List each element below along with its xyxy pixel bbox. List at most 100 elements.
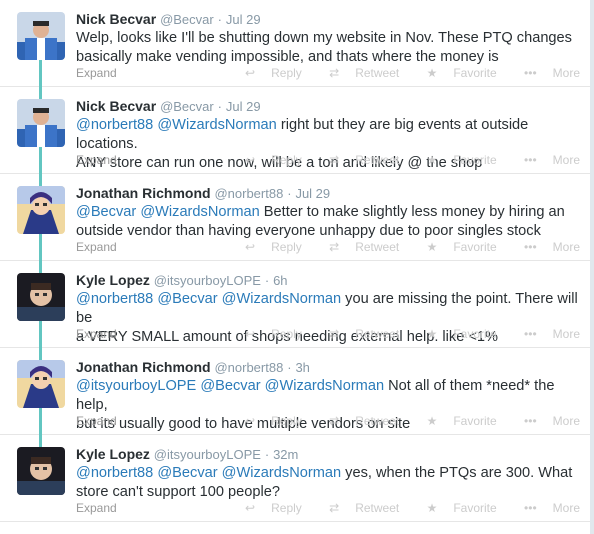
tweet[interactable]: Kyle Lopez @itsyourboyLOPE · 6h @norbert…	[0, 261, 590, 348]
mention-link[interactable]: @WizardsNorman	[265, 378, 384, 394]
tweet-text: @norbert88 @Becvar @WizardsNorman yes, w…	[76, 464, 584, 502]
retweet-icon: ⇄	[329, 327, 340, 341]
expand-link[interactable]: Expand	[76, 501, 117, 515]
tweet-text-line: @itsyourboyLOPE @Becvar @WizardsNorman N…	[76, 377, 584, 415]
mention-link[interactable]: @norbert88	[76, 465, 153, 481]
retweet-button[interactable]: ⇄ Retweet	[317, 66, 399, 80]
author-handle[interactable]: @itsyourboyLOPE	[154, 273, 261, 288]
scrollbar-track[interactable]	[590, 0, 594, 534]
author-handle[interactable]: @norbert88	[214, 360, 283, 375]
star-icon: ★	[426, 327, 438, 341]
timestamp[interactable]: Jul 29	[295, 186, 330, 201]
reply-label: Reply	[271, 240, 302, 254]
mention-link[interactable]: @Becvar	[200, 378, 260, 394]
mention-link[interactable]: @itsyourboyLOPE	[76, 378, 196, 394]
timestamp[interactable]: 6h	[273, 273, 287, 288]
expand-link[interactable]: Expand	[76, 240, 117, 254]
favorite-button[interactable]: ★ Favorite	[415, 327, 497, 341]
author-name[interactable]: Nick Becvar	[76, 11, 156, 27]
avatar[interactable]	[17, 360, 65, 408]
tweet-header: Jonathan Richmond @norbert88 · Jul 29	[76, 185, 330, 202]
tweet[interactable]: Jonathan Richmond @norbert88 · Jul 29 @B…	[0, 174, 590, 261]
retweet-icon: ⇄	[329, 501, 340, 515]
retweet-button[interactable]: ⇄ Retweet	[317, 414, 399, 428]
favorite-label: Favorite	[453, 327, 497, 341]
retweet-button[interactable]: ⇄ Retweet	[317, 327, 399, 341]
timestamp[interactable]: 32m	[273, 447, 298, 462]
tweet[interactable]: Jonathan Richmond @norbert88 · 3h @itsyo…	[0, 348, 590, 435]
author-name[interactable]: Nick Becvar	[76, 98, 156, 114]
reply-icon: ↩	[245, 501, 256, 515]
tweet-actions: ↩ Reply ⇄ Retweet ★ Favorite ••• More	[221, 501, 580, 515]
mention-link[interactable]: @norbert88	[76, 291, 153, 307]
reply-button[interactable]: ↩ Reply	[233, 501, 302, 515]
more-dots-icon: •••	[524, 327, 537, 341]
timestamp[interactable]: Jul 29	[226, 99, 261, 114]
tweet[interactable]: Kyle Lopez @itsyourboyLOPE · 32m @norber…	[0, 435, 590, 522]
timestamp[interactable]: 3h	[295, 360, 309, 375]
avatar[interactable]	[17, 273, 65, 321]
reply-button[interactable]: ↩ Reply	[233, 153, 302, 167]
more-label: More	[552, 240, 580, 254]
tweet-text: Welp, looks like I'll be shutting down m…	[76, 29, 584, 67]
retweet-button[interactable]: ⇄ Retweet	[317, 153, 399, 167]
reply-button[interactable]: ↩ Reply	[233, 414, 302, 428]
expand-link[interactable]: Expand	[76, 66, 117, 80]
mention-link[interactable]: @WizardsNorman	[222, 291, 341, 307]
tweet-header: Nick Becvar @Becvar · Jul 29	[76, 11, 261, 28]
favorite-button[interactable]: ★ Favorite	[415, 240, 497, 254]
separator: ·	[264, 273, 270, 288]
more-button[interactable]: ••• More	[512, 240, 580, 254]
tweet-text: @Becvar @WizardsNorman Better to make sl…	[76, 203, 584, 241]
author-handle[interactable]: @Becvar	[160, 99, 214, 114]
more-button[interactable]: ••• More	[512, 414, 580, 428]
favorite-button[interactable]: ★ Favorite	[415, 153, 497, 167]
tweet-header: Kyle Lopez @itsyourboyLOPE · 32m	[76, 446, 298, 463]
reply-button[interactable]: ↩ Reply	[233, 327, 302, 341]
more-button[interactable]: ••• More	[512, 153, 580, 167]
text-segment: store can't support 100 people?	[76, 484, 280, 500]
more-button[interactable]: ••• More	[512, 66, 580, 80]
mention-link[interactable]: @WizardsNorman	[157, 117, 276, 133]
reply-label: Reply	[271, 414, 302, 428]
author-name[interactable]: Jonathan Richmond	[76, 185, 211, 201]
star-icon: ★	[426, 240, 438, 254]
tweet[interactable]: Nick Becvar @Becvar · Jul 29 @norbert88 …	[0, 87, 590, 174]
mention-link[interactable]: @Becvar	[157, 291, 217, 307]
retweet-button[interactable]: ⇄ Retweet	[317, 240, 399, 254]
text-segment: outside vendor than having everyone unha…	[76, 223, 541, 239]
avatar[interactable]	[17, 12, 65, 60]
favorite-button[interactable]: ★ Favorite	[415, 414, 497, 428]
reply-icon: ↩	[245, 414, 256, 428]
favorite-label: Favorite	[453, 153, 497, 167]
more-button[interactable]: ••• More	[512, 327, 580, 341]
expand-link[interactable]: Expand	[76, 153, 117, 167]
favorite-button[interactable]: ★ Favorite	[415, 66, 497, 80]
tweet-text-line: outside vendor than having everyone unha…	[76, 222, 584, 241]
author-handle[interactable]: @norbert88	[214, 186, 283, 201]
avatar[interactable]	[17, 447, 65, 495]
mention-link[interactable]: @norbert88	[76, 117, 153, 133]
author-handle[interactable]: @Becvar	[160, 12, 214, 27]
expand-link[interactable]: Expand	[76, 414, 117, 428]
mention-link[interactable]: @Becvar	[76, 204, 136, 220]
retweet-label: Retweet	[355, 153, 400, 167]
avatar[interactable]	[17, 186, 65, 234]
mention-link[interactable]: @Becvar	[157, 465, 217, 481]
author-name[interactable]: Jonathan Richmond	[76, 359, 211, 375]
author-handle[interactable]: @itsyourboyLOPE	[154, 447, 261, 462]
reply-button[interactable]: ↩ Reply	[233, 66, 302, 80]
retweet-button[interactable]: ⇄ Retweet	[317, 501, 399, 515]
mention-link[interactable]: @WizardsNorman	[222, 465, 341, 481]
author-name[interactable]: Kyle Lopez	[76, 446, 150, 462]
avatar[interactable]	[17, 99, 65, 147]
tweet[interactable]: Nick Becvar @Becvar · Jul 29 Welp, looks…	[0, 0, 590, 87]
mention-link[interactable]: @WizardsNorman	[140, 204, 259, 220]
expand-link[interactable]: Expand	[76, 327, 117, 341]
timestamp[interactable]: Jul 29	[226, 12, 261, 27]
tweet-actions: ↩ Reply ⇄ Retweet ★ Favorite ••• More	[221, 153, 580, 167]
author-name[interactable]: Kyle Lopez	[76, 272, 150, 288]
reply-button[interactable]: ↩ Reply	[233, 240, 302, 254]
favorite-button[interactable]: ★ Favorite	[415, 501, 497, 515]
more-button[interactable]: ••• More	[512, 501, 580, 515]
